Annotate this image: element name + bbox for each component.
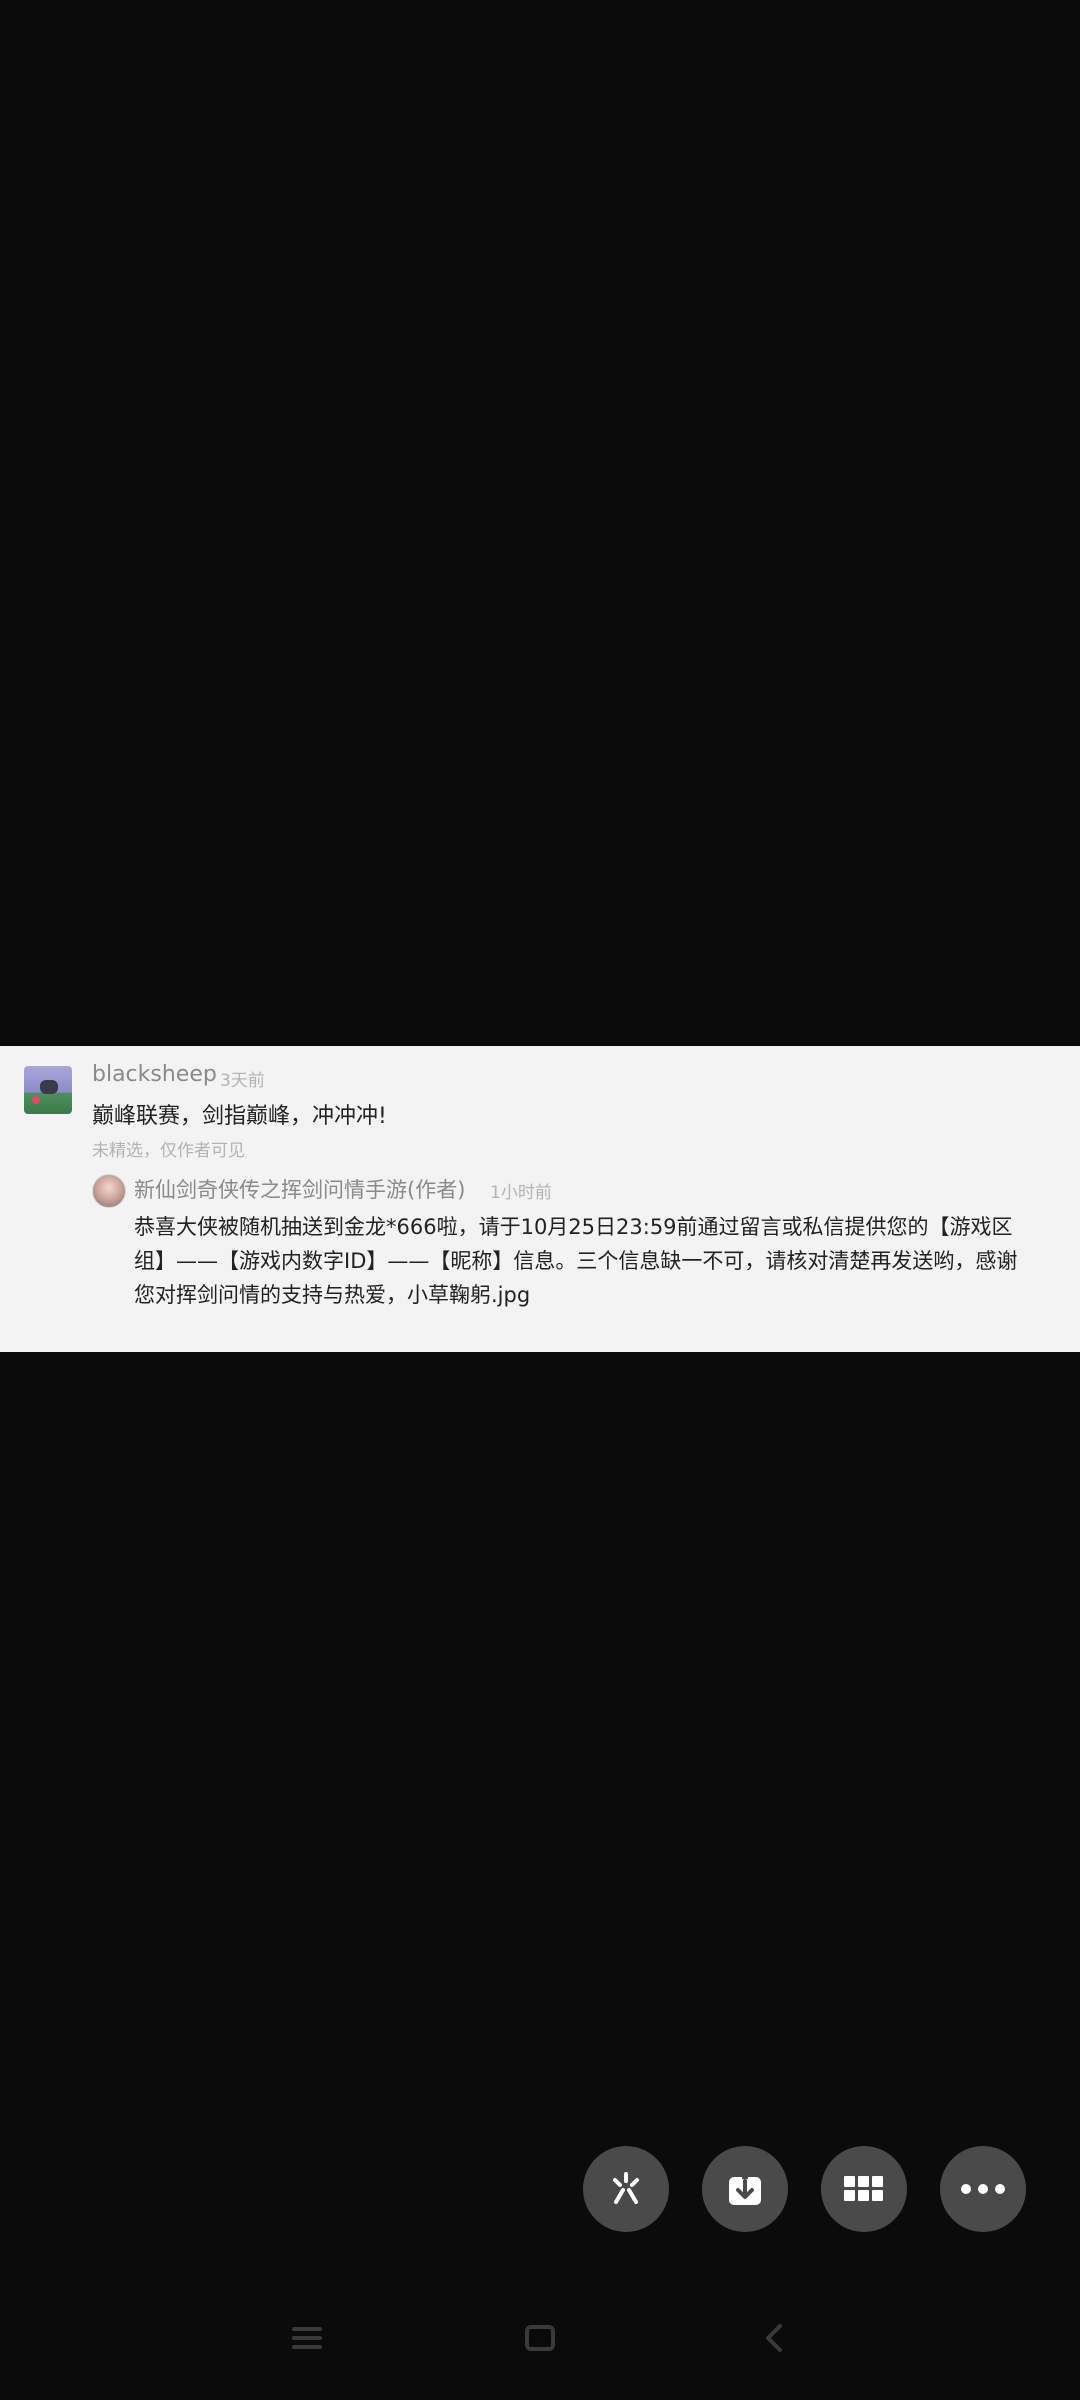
back-icon	[766, 2324, 782, 2352]
reply-author[interactable]: 新仙剑奇侠传之挥剑问情手游(作者)	[134, 1174, 465, 1204]
more-button[interactable]	[940, 2146, 1026, 2232]
sparkle-icon	[613, 2172, 639, 2204]
download-icon	[729, 2171, 761, 2205]
more-icon	[961, 2184, 1005, 2194]
reply-time: 1小时前	[490, 1183, 552, 1203]
author-avatar[interactable]	[92, 1174, 126, 1208]
comment-username[interactable]: blacksheep	[92, 1062, 217, 1087]
avatar-dot	[32, 1096, 40, 1104]
nav-menu-button[interactable]	[287, 2318, 327, 2358]
comment-status-note: 未精选，仅作者可见	[92, 1141, 245, 1161]
comment-time: 3天前	[220, 1071, 265, 1091]
nav-back-button[interactable]	[754, 2318, 794, 2358]
image-viewer-screen: blacksheep 3天前 巅峰联赛，剑指巅峰，冲冲冲! 未精选，仅作者可见 …	[0, 0, 1080, 2400]
user-avatar[interactable]	[24, 1066, 72, 1114]
download-button[interactable]	[702, 2146, 788, 2232]
sheep-figure	[40, 1080, 58, 1094]
reply-text: 恭喜大侠被随机抽送到金龙*666啦，请于10月25日23:59前通过留言或私信提…	[134, 1215, 1018, 1307]
nav-home-button[interactable]	[520, 2318, 560, 2358]
grid-button[interactable]	[821, 2146, 907, 2232]
comment-text: 巅峰联赛，剑指巅峰，冲冲冲!	[92, 1104, 387, 1129]
menu-icon	[292, 2327, 322, 2349]
home-icon	[525, 2325, 555, 2351]
sparkle-button[interactable]	[583, 2146, 669, 2232]
grid-icon	[844, 2176, 883, 2201]
comment-card: blacksheep 3天前 巅峰联赛，剑指巅峰，冲冲冲! 未精选，仅作者可见 …	[0, 1046, 1080, 1352]
